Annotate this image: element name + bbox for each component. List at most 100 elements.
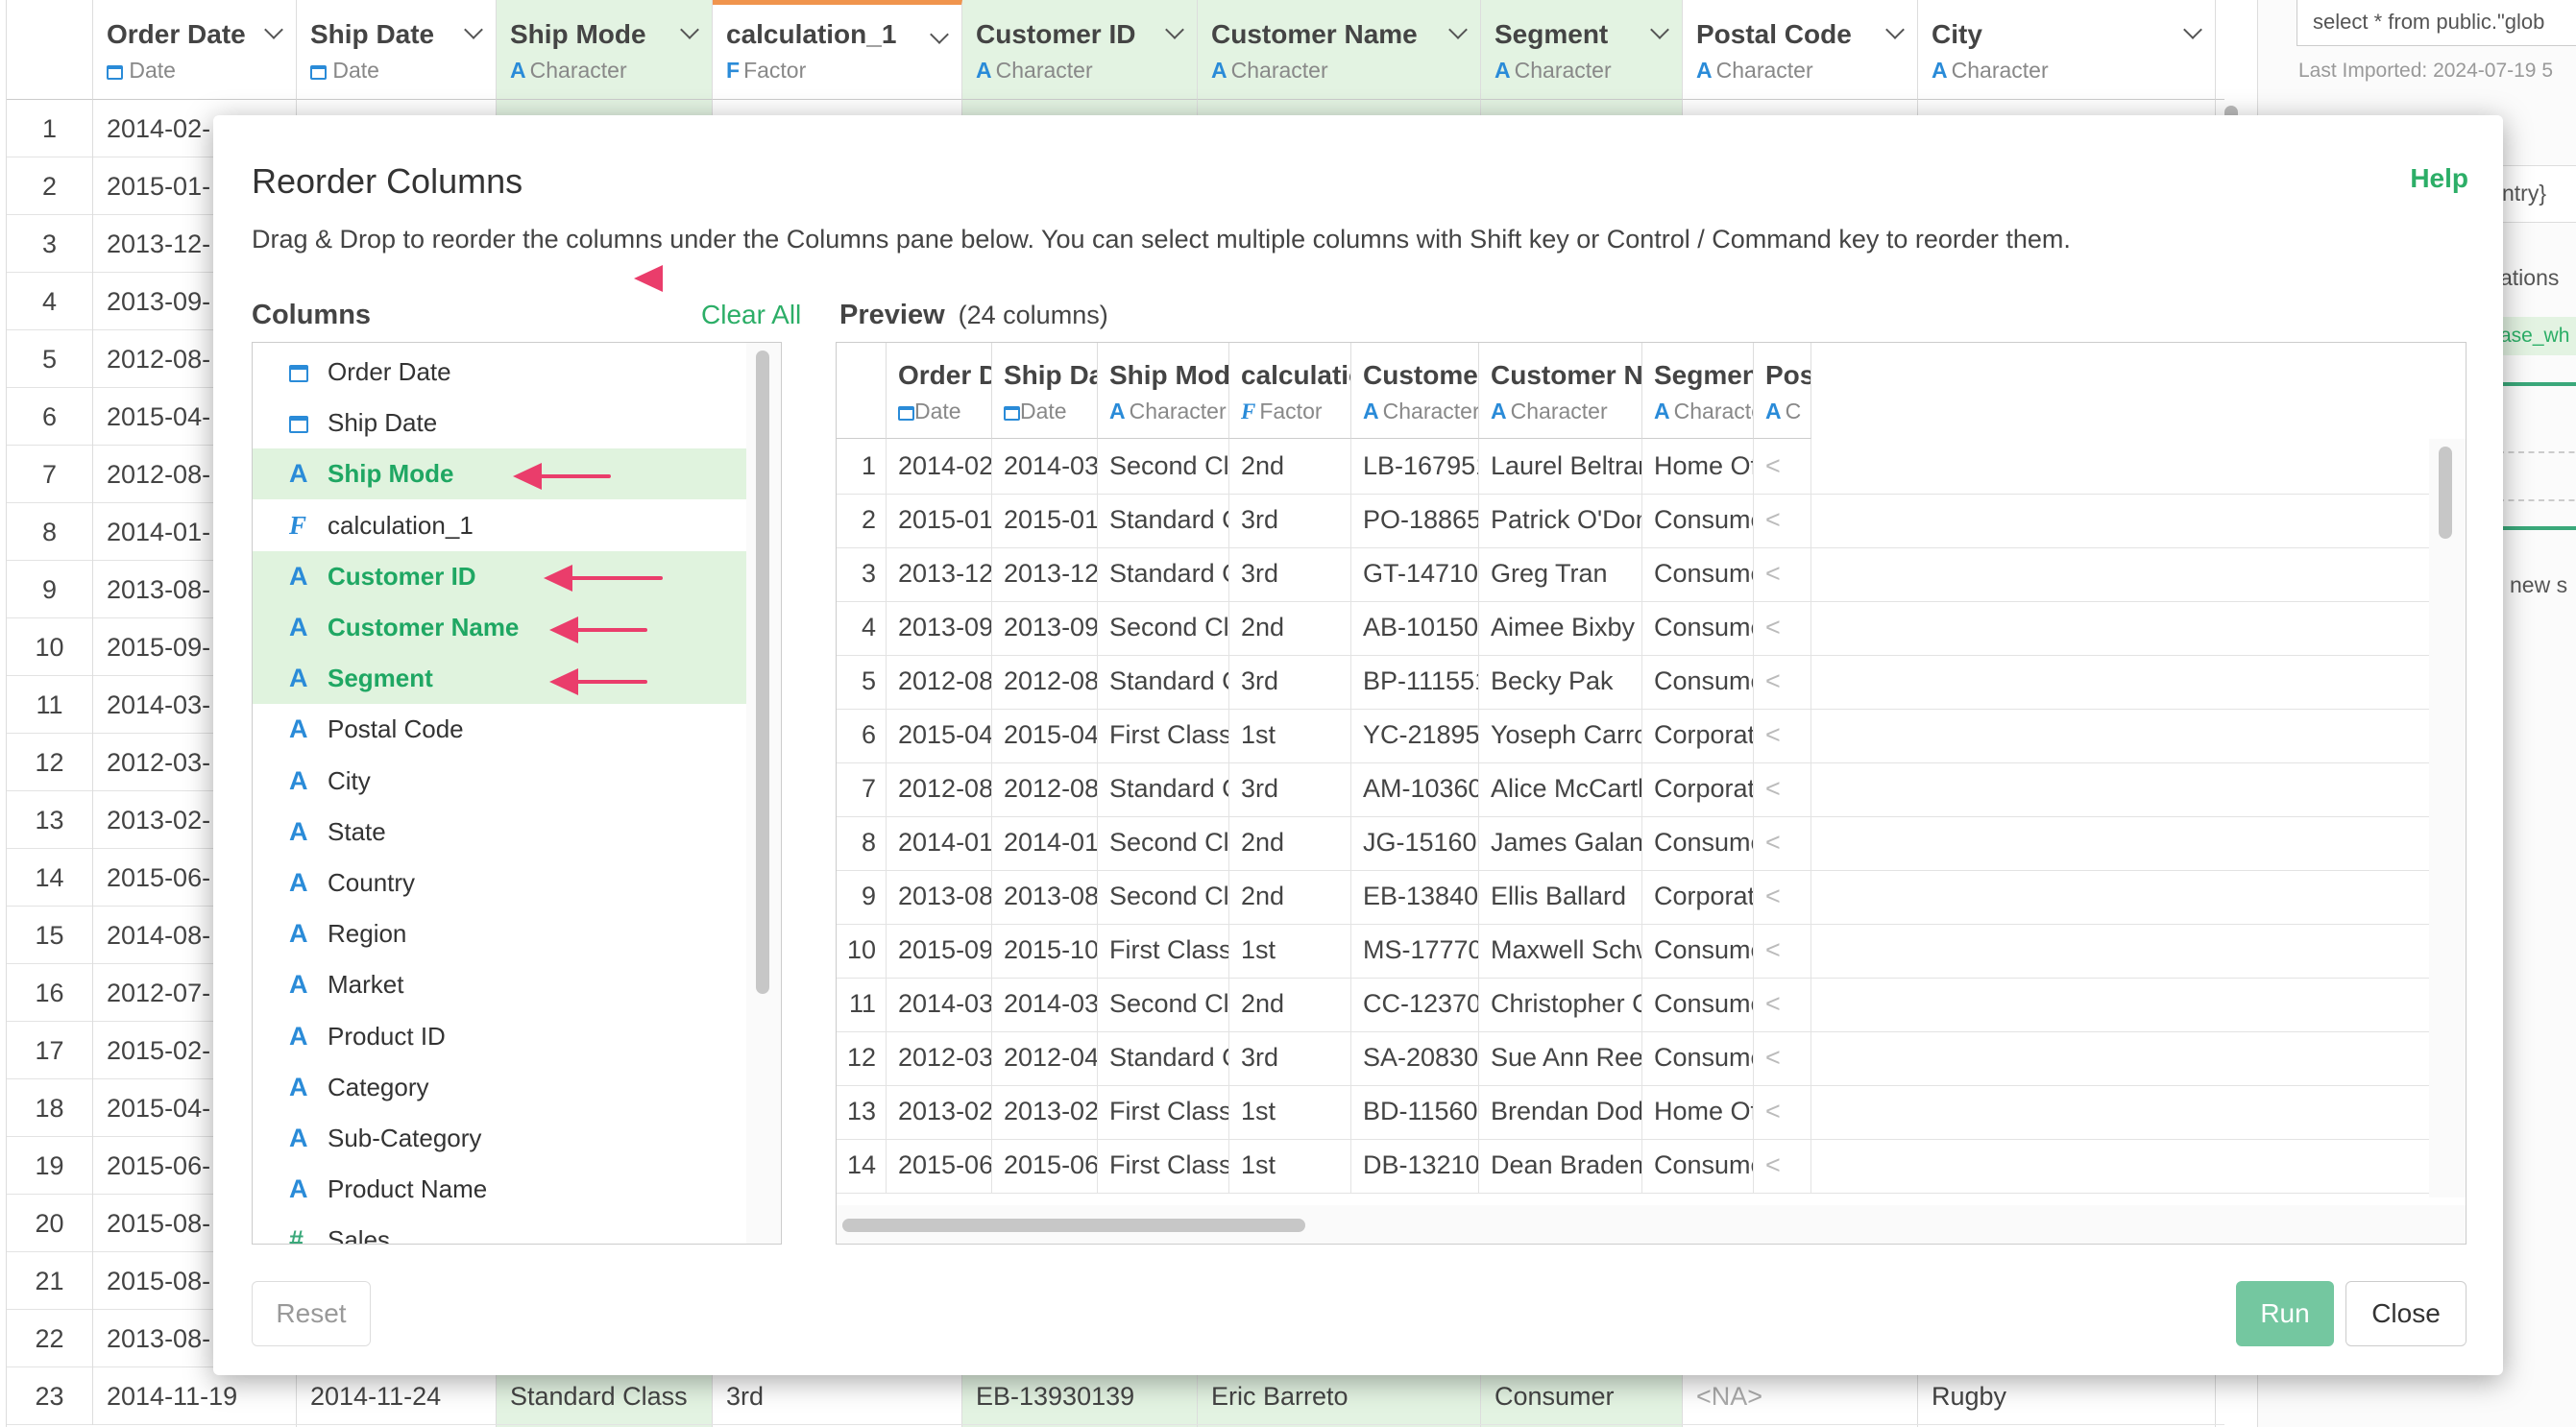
column-list-item[interactable]: A Customer ID [253,550,746,602]
column-list-item[interactable]: A Product Name [253,1164,746,1215]
preview-calculation-cell: 1st [1229,1084,1351,1140]
character-type-icon: A [1696,58,1713,83]
preview-ship-date-cell: 2015-06-12 [992,1138,1098,1194]
column-list-item[interactable]: A Country [253,858,746,908]
preview-customer-id-cell: LB-16795139 [1351,439,1479,495]
preview-postal-code-cell: < [1754,600,1811,656]
column-header[interactable]: Ship Date Date [297,0,497,100]
column-list-item[interactable]: A Product ID [253,1011,746,1062]
column-list-item-label: City [328,765,371,795]
preview-postal-code-cell: < [1754,977,1811,1032]
preview-postal-code-cell: < [1754,1084,1811,1140]
preview-horizontal-scrollbar-thumb[interactable] [842,1219,1305,1232]
column-list-item[interactable]: Fcalculation_1 [253,500,746,551]
preview-calculation-cell: 3rd [1229,493,1351,548]
column-list-item[interactable]: A Category [253,1062,746,1113]
preview-row[interactable]: 62015-04-032015-04-05First Class1stYC-21… [837,708,2431,763]
column-header-name: Order Date [107,19,246,49]
character-type-icon: A [289,459,308,489]
preview-customer-id-cell: GT-14710139 [1351,546,1479,602]
column-header[interactable]: Postal Code A Character [1683,0,1918,100]
preview-row[interactable]: 112014-03-202014-03-23Second Class2ndCC-… [837,977,2431,1032]
ship-mode-cell[interactable]: Standard Class [497,1367,713,1425]
column-list-item[interactable]: A City [253,756,746,807]
column-header[interactable]: Customer Name A Character [1198,0,1481,100]
run-button[interactable]: Run [2236,1281,2334,1346]
calculation-cell[interactable]: 3rd [713,1367,962,1425]
preview-row[interactable]: 42013-09-202013-09-22Second Class2ndAB-1… [837,600,2431,656]
column-list-item[interactable]: A Market [253,959,746,1010]
reset-button[interactable]: Reset [252,1281,371,1346]
preview-customer-name-cell: Patrick O'Donnell [1479,493,1642,548]
column-list-item[interactable]: A State [253,807,746,858]
preview-calculation-cell: 1st [1229,1138,1351,1194]
preview-calculation-cell: 2nd [1229,869,1351,925]
character-type-icon: A [1211,58,1227,83]
column-list-item[interactable]: A Customer Name [253,602,746,653]
panel-divider [2498,499,2576,501]
preview-postal-code-cell: < [1754,1030,1811,1086]
preview-ship-date-cell: 2013-12-17 [992,546,1098,602]
table-row[interactable]: 23 2014-11-19 2014-11-24 Standard Class 3rd E… [7,1367,2224,1425]
postal-code-cell[interactable]: <NA> [1683,1367,1918,1425]
order-date-cell[interactable]: 2014-11-19 [93,1367,297,1425]
preview-row[interactable]: 102015-09-282015-10-01First Class1stMS-1… [837,923,2431,979]
column-list-item[interactable]: A Sub-Category [253,1113,746,1164]
close-button[interactable]: Close [2345,1281,2467,1346]
column-list-item[interactable]: Order Date [253,347,746,398]
column-list-item-label: Ship Date [328,408,438,438]
preview-row[interactable]: 22015-01-142015-01-18Standard Class3rdPO… [837,493,2431,548]
column-header[interactable]: S [2216,0,2224,100]
preview-customer-name-cell: Dean Braden [1479,1138,1642,1194]
dialog-description: Drag & Drop to reorder the columns under… [252,225,2071,254]
preview-row[interactable]: 72012-08-152012-08-20Standard Class3rdAM… [837,762,2431,817]
preview-row[interactable]: 122012-03-302012-04-03Standard Class3rdS… [837,1030,2431,1086]
panel-text-fragment: ase_wh [2500,325,2570,347]
column-list-item[interactable]: A Ship Mode [253,448,746,500]
clear-all-link[interactable]: Clear All [701,300,801,330]
preview-order-date-cell: 2012-03-30 [887,1030,992,1086]
columns-scrollbar-thumb[interactable] [756,351,769,994]
ship-date-cell[interactable]: 2014-11-24 [297,1367,497,1425]
column-header[interactable]: Customer ID A Character [962,0,1198,100]
character-type-icon: A [289,1021,308,1051]
column-header[interactable]: Segment A Character [1481,0,1683,100]
column-list-item[interactable]: A Postal Code [253,704,746,755]
panel-divider [2498,451,2576,453]
preview-row[interactable]: 82014-01-212014-01-24Second Class2ndJG-1… [837,815,2431,871]
column-header-type: A Character [976,58,1197,84]
preview-row[interactable]: 142015-06-092015-06-12First Class1stDB-1… [837,1138,2431,1194]
segment-cell[interactable]: Consumer [1481,1367,1683,1425]
column-header[interactable]: Order Date Date [93,0,297,100]
column-list-item[interactable]: A Segment [253,653,746,705]
column-list-item[interactable]: A Region [253,908,746,959]
preview-row[interactable]: 132013-02-222013-02-25First Class1stBD-1… [837,1084,2431,1140]
column-header[interactable]: calculation_1 F Factor [713,0,962,100]
preview-row[interactable]: 92013-08-012013-08-06Second Class2ndEB-1… [837,869,2431,925]
column-header[interactable]: Ship Mode A Character [497,0,713,100]
preview-segment-cell: Home Office [1642,439,1754,495]
row-number: 5 [7,330,93,388]
column-list-item[interactable]: Ship Date [253,398,746,448]
customer-id-cell[interactable]: EB-13930139 [962,1367,1198,1425]
preview-row[interactable]: 52012-08-092012-08-16Standard Class3rdBP… [837,654,2431,710]
preview-row[interactable]: 12014-02-272014-03-01Second Class2ndLB-1… [837,439,2431,495]
row-number: 6 [7,388,93,446]
preview-ship-date-cell: 2013-08-06 [992,869,1098,925]
preview-ship-mode-cell: First Class [1098,1138,1229,1194]
column-list-item[interactable]: # Sales [253,1215,746,1244]
preview-calculation-cell: 2nd [1229,600,1351,656]
city-cell[interactable]: Rugby [1918,1367,2216,1425]
column-header-type: F Factor [726,58,961,84]
preview-vertical-scrollbar-track[interactable] [2429,439,2466,1197]
help-link[interactable]: Help [2410,163,2468,194]
sql-query-box[interactable]: select * from public."glob [2297,0,2576,46]
column-type-label: Factor [743,58,807,83]
preview-ship-mode-cell: Second Class [1098,977,1229,1032]
customer-name-cell[interactable]: Eric Barreto [1198,1367,1481,1425]
preview-row[interactable]: 32013-12-132013-12-17Standard Class3rdGT… [837,546,2431,602]
preview-customer-id-cell: AM-10360139 [1351,762,1479,817]
preview-vertical-scrollbar-thumb[interactable] [2439,447,2452,539]
preview-postal-code-cell: < [1754,493,1811,548]
column-header[interactable]: City A Character [1918,0,2216,100]
